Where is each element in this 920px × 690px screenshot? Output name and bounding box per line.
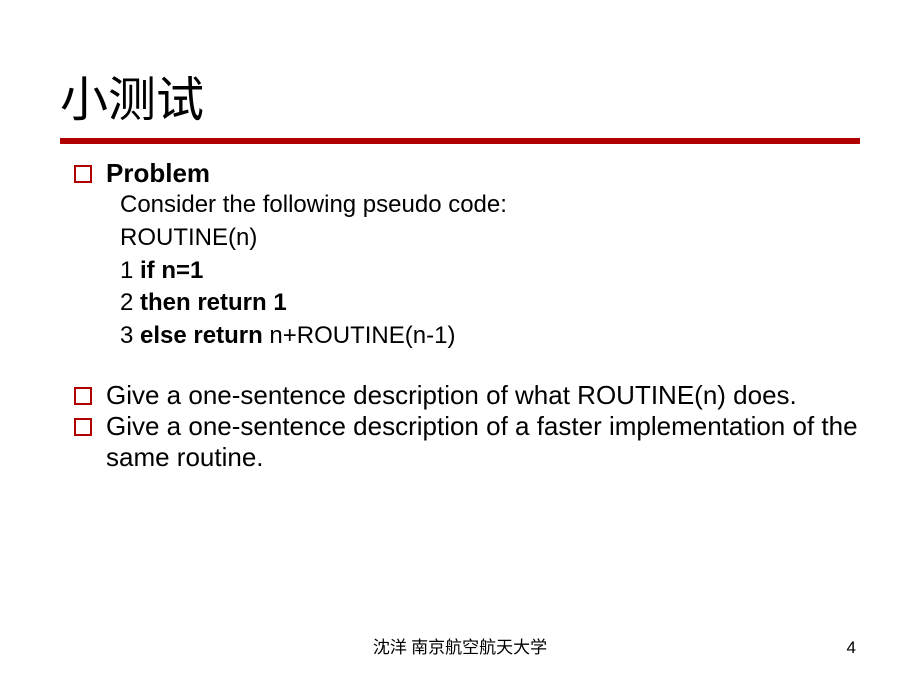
code-line-3-kw: else return bbox=[140, 322, 263, 349]
code-line-1-num: 1 bbox=[120, 257, 140, 284]
code-line-3: 3 else return n+ROUTINE(n-1) bbox=[74, 320, 860, 352]
footer-author: 沈洋 南京航空航天大学 bbox=[0, 633, 920, 658]
code-line-1-kw: if n=1 bbox=[140, 257, 203, 284]
bullet-square-icon bbox=[74, 165, 92, 183]
bullet-q2: Give a one-sentence description of a fas… bbox=[74, 411, 860, 473]
code-line-2: 2 then return 1 bbox=[74, 287, 860, 319]
code-line-3-num: 3 bbox=[120, 322, 140, 349]
title-underline bbox=[60, 138, 860, 144]
code-line-2-num: 2 bbox=[120, 289, 140, 316]
q2-text: Give a one-sentence description of a fas… bbox=[106, 411, 860, 473]
slide-title: 小测试 bbox=[60, 60, 860, 130]
code-line-3-rest: n+ROUTINE(n-1) bbox=[263, 322, 456, 349]
q1-text: Give a one-sentence description of what … bbox=[106, 380, 860, 411]
bullet-square-icon bbox=[74, 387, 92, 405]
code-header: ROUTINE(n) bbox=[74, 222, 860, 254]
slide: 小测试 Problem Consider the following pseud… bbox=[0, 0, 920, 690]
problem-label: Problem bbox=[106, 158, 860, 189]
page-number: 4 bbox=[847, 638, 856, 658]
problem-intro: Consider the following pseudo code: bbox=[74, 189, 860, 220]
bullet-q1: Give a one-sentence description of what … bbox=[74, 380, 860, 411]
bullet-square-icon bbox=[74, 418, 92, 436]
bullet-problem: Problem bbox=[74, 158, 860, 189]
spacer bbox=[74, 352, 860, 380]
slide-content: Problem Consider the following pseudo co… bbox=[60, 158, 860, 474]
code-line-2-kw: then return 1 bbox=[140, 289, 287, 316]
code-line-1: 1 if n=1 bbox=[74, 255, 860, 287]
